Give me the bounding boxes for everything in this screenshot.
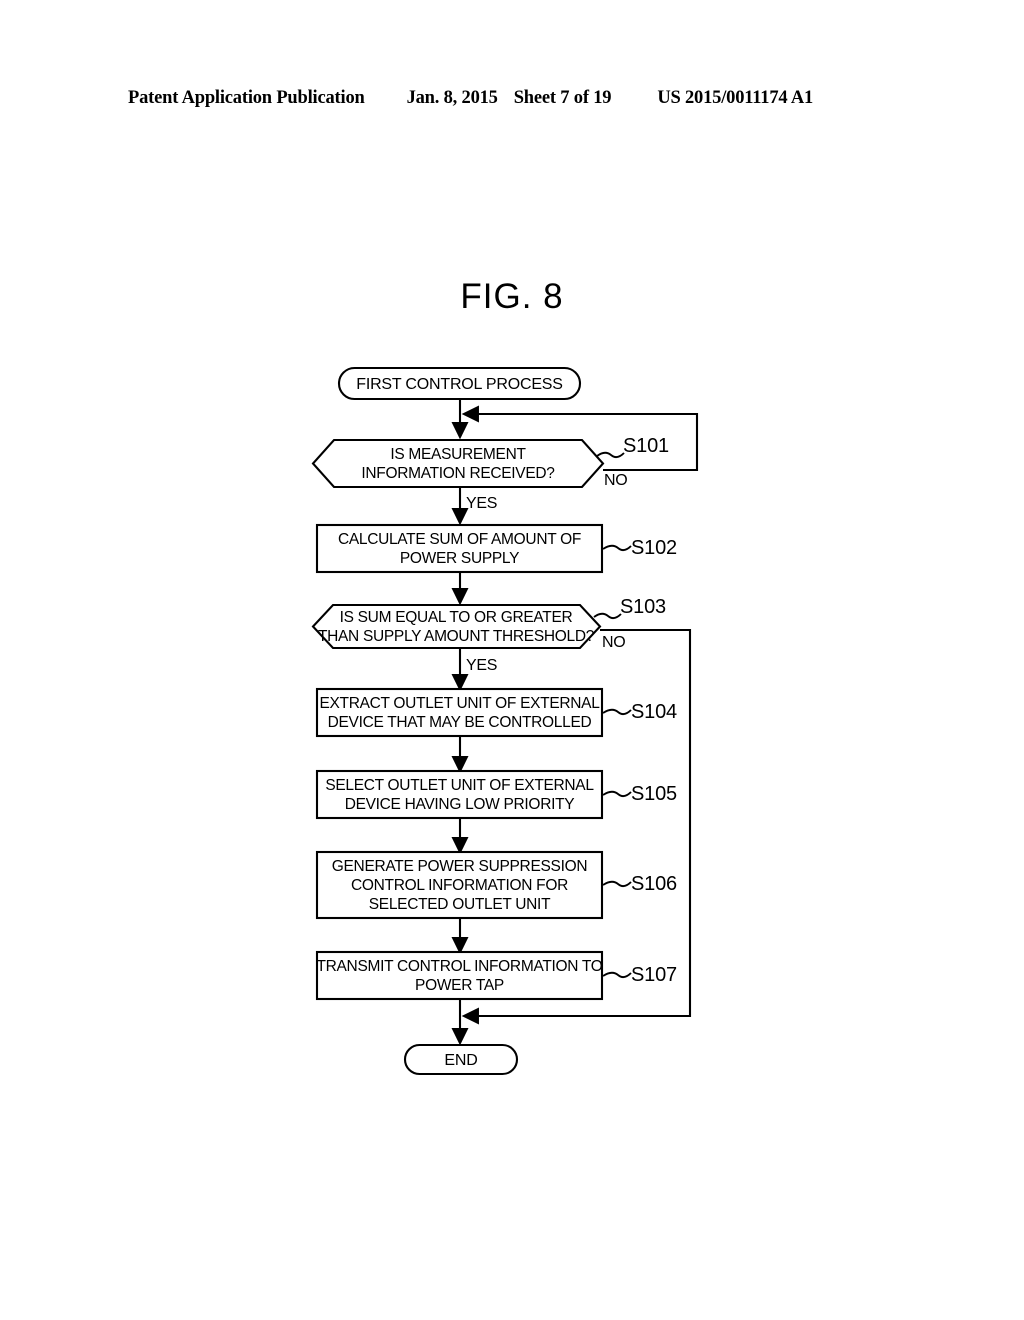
s103-step-leader bbox=[593, 612, 622, 620]
s102-label-line-2: POWER SUPPLY bbox=[400, 550, 519, 567]
s101-no-label: NO bbox=[604, 472, 627, 489]
s106-label-line-1: GENERATE POWER SUPPRESSION bbox=[332, 858, 587, 875]
s107-step-leader bbox=[602, 971, 632, 979]
node-start: FIRST CONTROL PROCESS bbox=[337, 366, 582, 401]
flowchart-diagram: FIRST CONTROL PROCESS IS MEASUREMENT INF… bbox=[311, 366, 699, 1076]
s101-yes-label: YES bbox=[466, 495, 497, 512]
s103-step-number: S103 bbox=[620, 596, 666, 618]
node-s102: CALCULATE SUM OF AMOUNT OF POWER SUPPLY … bbox=[315, 523, 677, 574]
node-s101: IS MEASUREMENT INFORMATION RECEIVED? S10… bbox=[311, 435, 669, 512]
node-s105: SELECT OUTLET UNIT OF EXTERNAL DEVICE HA… bbox=[315, 769, 677, 820]
s105-label-line-1: SELECT OUTLET UNIT OF EXTERNAL bbox=[325, 777, 594, 794]
s106-label-line-2: CONTROL INFORMATION FOR bbox=[351, 877, 568, 894]
s105-step-number: S105 bbox=[631, 783, 677, 805]
s103-no-label: NO bbox=[602, 634, 625, 651]
s101-label-line-2: INFORMATION RECEIVED? bbox=[361, 465, 555, 482]
start-label: FIRST CONTROL PROCESS bbox=[356, 376, 563, 393]
s107-label-line-1: TRANSMIT CONTROL INFORMATION TO bbox=[316, 958, 602, 975]
s102-label-line-1: CALCULATE SUM OF AMOUNT OF bbox=[338, 531, 581, 548]
s106-label-line-3: SELECTED OUTLET UNIT bbox=[369, 896, 551, 913]
s106-step-leader bbox=[602, 880, 632, 888]
s107-step-number: S107 bbox=[631, 964, 677, 986]
end-label: END bbox=[444, 1052, 477, 1069]
s104-label-line-2: DEVICE THAT MAY BE CONTROLLED bbox=[328, 714, 592, 731]
s106-step-number: S106 bbox=[631, 873, 677, 895]
s104-label-line-1: EXTRACT OUTLET UNIT OF EXTERNAL bbox=[319, 695, 600, 712]
s107-label-line-2: POWER TAP bbox=[415, 977, 504, 994]
patent-drawing-page: Patent Application Publication Jan. 8, 2… bbox=[0, 0, 1024, 1320]
s104-step-leader bbox=[602, 708, 632, 716]
node-s103: IS SUM EQUAL TO OR GREATER THAN SUPPLY A… bbox=[311, 596, 666, 674]
s101-label-line-1: IS MEASUREMENT bbox=[390, 446, 526, 463]
s103-label-line-1: IS SUM EQUAL TO OR GREATER bbox=[340, 609, 573, 626]
node-s107: TRANSMIT CONTROL INFORMATION TO POWER TA… bbox=[315, 950, 677, 1001]
s101-step-leader bbox=[596, 451, 625, 459]
node-s104: EXTRACT OUTLET UNIT OF EXTERNAL DEVICE T… bbox=[315, 687, 677, 738]
node-end: END bbox=[403, 1043, 519, 1076]
s103-label-line-2: THAN SUPPLY AMOUNT THRESHOLD? bbox=[318, 628, 595, 645]
s103-yes-label: YES bbox=[466, 657, 497, 674]
s102-step-leader bbox=[602, 544, 632, 552]
s104-step-number: S104 bbox=[631, 701, 677, 723]
s105-step-leader bbox=[602, 790, 632, 798]
s101-step-number: S101 bbox=[623, 435, 669, 457]
node-s106: GENERATE POWER SUPPRESSION CONTROL INFOR… bbox=[315, 850, 677, 920]
s105-label-line-2: DEVICE HAVING LOW PRIORITY bbox=[345, 796, 575, 813]
s102-step-number: S102 bbox=[631, 537, 677, 559]
